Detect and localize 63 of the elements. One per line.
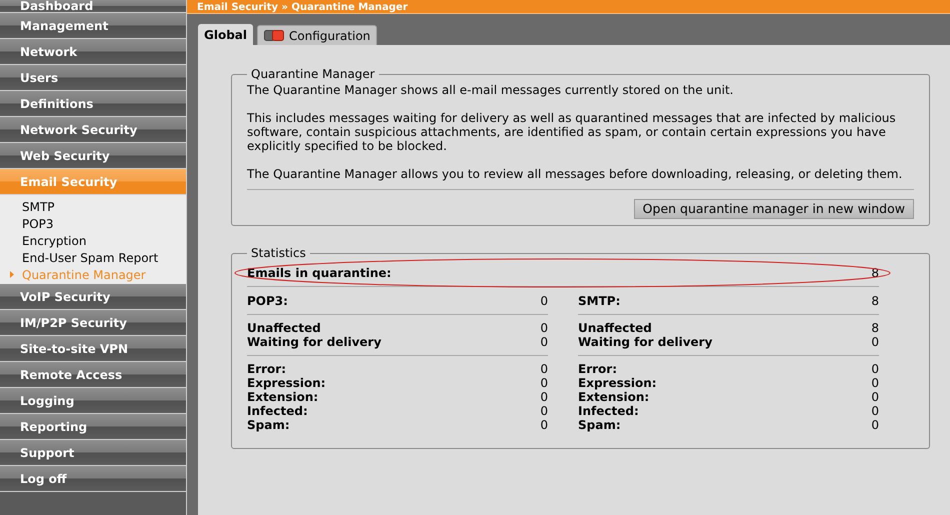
config-icon — [264, 30, 284, 41]
stat-label: Spam: — [247, 418, 290, 432]
stat-label: Spam: — [578, 418, 621, 432]
sidebar-item[interactable]: Network — [0, 39, 186, 65]
stat-value: 8 — [871, 321, 879, 335]
stat-value: 0 — [871, 376, 879, 390]
sidebar-item[interactable]: Users — [0, 65, 186, 91]
stat-label: SMTP: — [578, 294, 620, 308]
sidebar-item[interactable]: Site-to-site VPN — [0, 336, 186, 362]
stat-label: Waiting for delivery — [247, 335, 382, 349]
stat-label: Expression: — [578, 376, 657, 390]
stat-label: Waiting for delivery — [578, 335, 712, 349]
stat-value: 0 — [871, 404, 879, 418]
stat-label: Infected: — [578, 404, 639, 418]
stat-label: Expression: — [247, 376, 326, 390]
sidebar-subitem[interactable]: End-User Spam Report — [22, 248, 158, 266]
stat-label: Unaffected — [247, 321, 321, 335]
stat-value: 0 — [540, 376, 548, 390]
tab[interactable]: Configuration — [257, 25, 378, 45]
sidebar-item[interactable]: Definitions — [0, 91, 186, 117]
stat-value: 0 — [540, 362, 548, 376]
sidebar-subitem[interactable]: Encryption — [22, 232, 86, 250]
stat-value: 0 — [540, 404, 548, 418]
description-text: The Quarantine Manager allows you to review all messages before downloading, releasing, or deleting them. — [247, 167, 904, 181]
panel-title: Statistics — [250, 245, 307, 262]
stat-value: 0 — [540, 390, 548, 404]
sidebar-item[interactable]: Web Security — [0, 143, 186, 169]
stat-value: 0 — [871, 418, 879, 432]
sidebar-item[interactable]: Support — [0, 440, 186, 466]
breadcrumb: Email Security » Quarantine Manager — [197, 2, 408, 13]
sidebar-subitem[interactable]: POP3 — [22, 214, 54, 232]
description-text: The Quarantine Manager shows all e-mail messages currently stored on the unit. — [247, 83, 734, 97]
tab[interactable]: Global — [198, 24, 254, 45]
description-text: This includes messages waiting for delivery as well as quarantined messages that are infected by malicious software, contain suspicious attachments, are identified as spam, or contain certain expressions you have explicitly specified to be blocked. — [247, 111, 897, 153]
stat-label: POP3: — [247, 294, 288, 308]
sidebar-item[interactable]: VoIP Security — [0, 284, 186, 310]
stat-value: 0 — [871, 390, 879, 404]
open-window-button[interactable]: Open quarantine manager in new window — [634, 199, 914, 219]
sidebar-item[interactable]: Log off — [0, 466, 186, 492]
stat-value: 0 — [540, 335, 548, 349]
stat-label: Emails in quarantine: — [247, 266, 392, 280]
sidebar-item[interactable]: Network Security — [0, 117, 186, 143]
arrow-icon — [10, 271, 14, 278]
stat-value: 0 — [540, 294, 548, 308]
panel-title: Quarantine Manager — [250, 66, 376, 83]
stat-value: 8 — [871, 294, 879, 308]
stat-label: Unaffected — [578, 321, 652, 335]
stat-label: Extension: — [247, 390, 318, 404]
sidebar-item[interactable]: Logging — [0, 388, 186, 414]
stat-value: 0 — [871, 335, 879, 349]
stat-label: Error: — [247, 362, 286, 376]
stat-value: 0 — [540, 418, 548, 432]
sidebar-item[interactable]: Dashboard — [0, 0, 186, 13]
stat-label: Infected: — [247, 404, 308, 418]
stat-value: 0 — [540, 321, 548, 335]
sidebar-subitem[interactable]: SMTP — [22, 198, 55, 216]
stat-label: Extension: — [578, 390, 650, 404]
sidebar-item[interactable]: Management — [0, 13, 186, 39]
stat-value: 0 — [871, 362, 879, 376]
sidebar-item[interactable]: Remote Access — [0, 362, 186, 388]
sidebar-item[interactable]: IM/P2P Security — [0, 310, 186, 336]
stat-label: Error: — [578, 362, 617, 376]
sidebar-item[interactable]: Reporting — [0, 414, 186, 440]
